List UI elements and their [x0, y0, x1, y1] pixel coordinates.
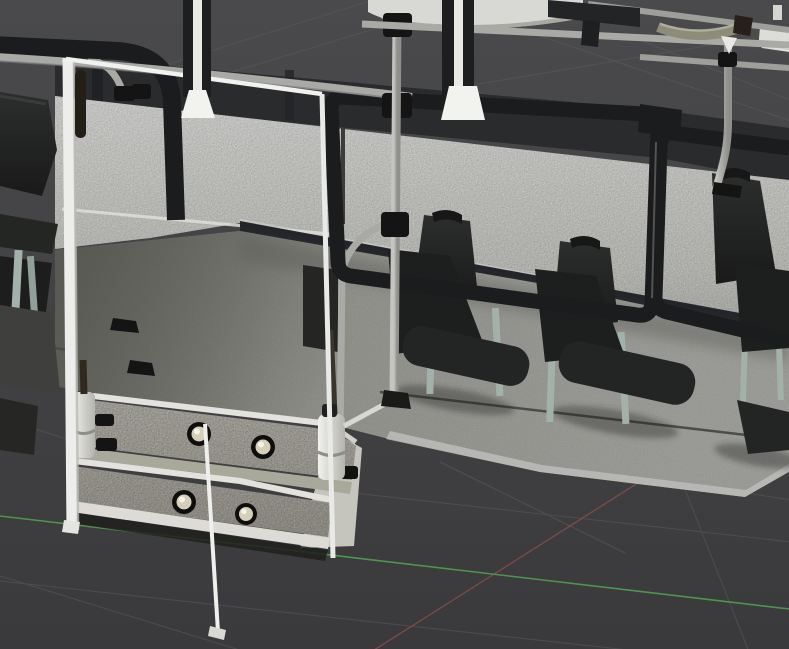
- pole-center[interactable]: [394, 20, 397, 400]
- door-handle[interactable]: [75, 70, 86, 138]
- door-frame-left: [68, 58, 72, 532]
- 3d-viewport[interactable]: [0, 0, 789, 649]
- strap-end: [733, 15, 753, 36]
